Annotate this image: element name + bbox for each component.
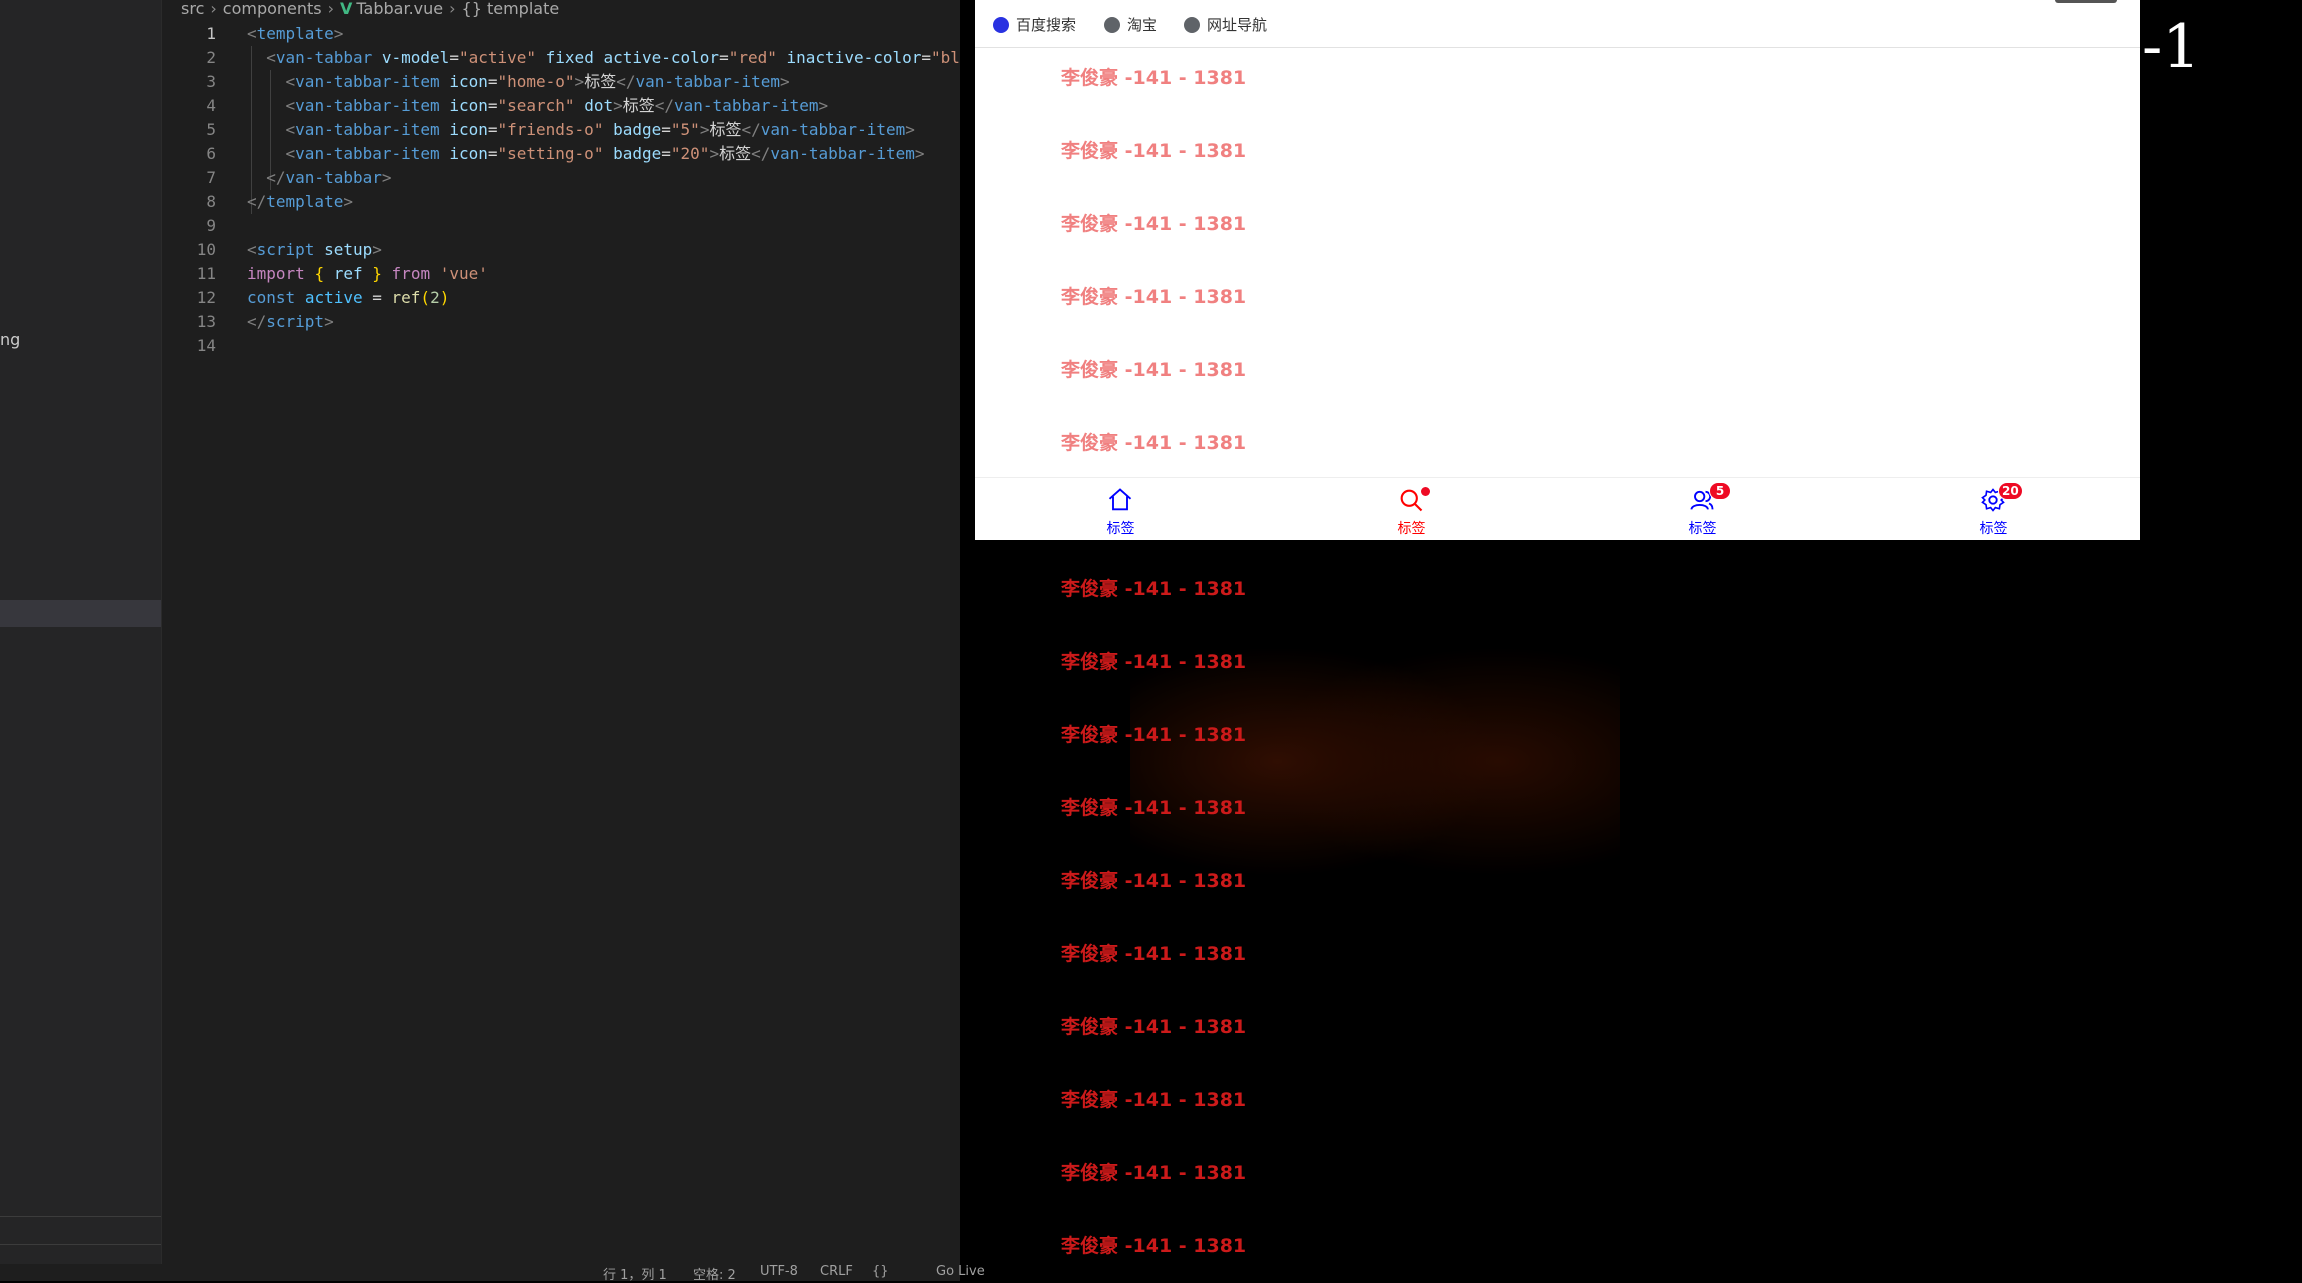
code-text: <van-tabbar-item icon="setting-o" badge=… [285,144,925,163]
chevron-right-icon: › [449,0,456,18]
mobile-preview-window: 李俊豪 -141 - 1381 李俊豪 -141 - 1381 李俊豪 -141 -… [975,0,2140,540]
line-number: 11 [196,264,216,283]
code-text: const active = ref(2) [247,288,450,307]
repeated-text-row: 李俊豪 -141 - 1381 [1061,432,1247,454]
repeated-text-row: 李俊豪 -141 - 1381 [1061,286,1247,308]
code-editor[interactable]: 1 <template> 2 <van-tabbar v-model="active… [161,22,960,1262]
repeated-text-row: 李俊豪 -141 - 1381 [1061,797,1247,819]
scroll-indicator[interactable] [2055,0,2117,3]
breadcrumb-item[interactable]: src [181,0,204,18]
repeated-text-row: 李俊豪 -141 - 1381 [1061,1016,1247,1038]
breadcrumb-item[interactable]: {} template [462,0,560,18]
globe-icon [1104,17,1120,33]
tab-home[interactable]: 标签 [975,478,1266,540]
repeated-text-row: 李俊豪 -141 - 1381 [1061,578,1247,600]
line-number: 12 [196,288,216,307]
repeated-text-row: 李俊豪 -141 - 1381 [1061,359,1247,381]
line-number: 10 [196,240,216,259]
repeated-text-row: 李俊豪 -141 - 1381 [1061,870,1247,892]
tab-label: 标签 [1688,521,1717,537]
code-text: <van-tabbar-item icon="friends-o" badge=… [285,120,915,139]
sidebar-fragment: ng [0,330,21,349]
repeated-text-row: 李俊豪 -141 - 1381 [1061,1162,1247,1184]
tab-label: 标签 [1979,521,2008,537]
home-icon [1108,488,1132,511]
repeated-text-row: 李俊豪 -141 - 1381 [1061,67,1247,89]
tab-label: 标签 [1106,521,1135,537]
globe-icon [1184,17,1200,33]
repeated-text-row: 李俊豪 -141 - 1381 [1061,943,1247,965]
sidebar-divider [0,1244,161,1245]
bookmarks-bar: 百度搜索 淘宝 网址导航 [975,0,2140,48]
bookmark-nav[interactable]: 网址导航 [1184,14,1267,36]
van-tabbar: 标签 标签 5 标签 20 标签 [975,477,2140,540]
line-number: 8 [206,192,216,211]
tab-search[interactable]: 标签 [1266,478,1557,540]
line-number: 6 [206,144,216,163]
sidebar-selected-row[interactable] [0,600,161,627]
edge-glyph: -1 [2142,12,2201,82]
repeated-text-row: 李俊豪 -141 - 1381 [1061,1089,1247,1111]
line-number: 5 [206,120,216,139]
repeated-text-row: 李俊豪 -141 - 1381 [1061,213,1247,235]
code-text: <van-tabbar v-model="active" fixed activ… [266,48,960,67]
tab-badge: 20 [1998,482,2023,500]
tab-friends[interactable]: 5 标签 [1557,478,1848,540]
code-text: </template> [247,192,353,211]
code-text: </script> [247,312,334,331]
language-mode[interactable]: {} [872,1264,889,1279]
code-text: <van-tabbar-item icon="home-o">标签</van-t… [285,72,790,91]
chevron-right-icon: › [210,0,217,18]
breadcrumb-item[interactable]: components [223,0,322,18]
repeated-text-row: 李俊豪 -141 - 1381 [1061,1235,1247,1257]
line-number: 7 [206,168,216,187]
line-number: 3 [206,72,216,91]
go-live-button[interactable]: Go Live [936,1264,985,1279]
line-ending[interactable]: CRLF [820,1264,853,1279]
tab-setting[interactable]: 20 标签 [1848,478,2139,540]
bookmark-taobao[interactable]: 淘宝 [1104,14,1157,36]
tab-dot [1421,487,1430,496]
repeated-text-row: 李俊豪 -141 - 1381 [1061,140,1247,162]
code-text: <van-tabbar-item icon="search" dot>标签</v… [285,96,829,115]
code-text: <script setup> [247,240,382,259]
code-text: </van-tabbar> [266,168,392,187]
breadcrumb: src › components › V Tabbar.vue › {} template [181,0,559,20]
bookmark-baidu[interactable]: 百度搜索 [993,14,1076,36]
line-number: 2 [206,48,216,67]
tab-label: 标签 [1397,521,1426,537]
line-number: 14 [196,336,216,355]
baidu-paw-icon [993,17,1009,33]
cursor-position[interactable]: 行 1，列 1 [603,1264,667,1283]
code-text: import { ref } from 'vue' [247,264,488,283]
indent-setting[interactable]: 空格: 2 [693,1264,736,1283]
sidebar-divider [0,1216,161,1217]
status-bar: 行 1，列 1 空格: 2 UTF-8 CRLF {} Go Live [0,1264,985,1283]
line-number: 9 [206,216,216,235]
repeated-text-row: 李俊豪 -141 - 1381 [1061,651,1247,673]
tab-badge: 5 [1709,482,1731,500]
repeated-text-row: 李俊豪 -141 - 1381 [1061,724,1247,746]
line-number: 13 [196,312,216,331]
code-text: <template> [247,24,344,43]
line-number: 1 [206,24,216,43]
vscode-window: ng src › components › V Tabbar.vue › {} templat… [0,0,985,1283]
breadcrumb-item[interactable]: Tabbar.vue [356,0,443,18]
chevron-right-icon: › [327,0,335,18]
line-number: 4 [206,96,216,115]
explorer-sidebar: ng [0,0,162,1281]
vue-file-icon: V [340,0,353,18]
encoding[interactable]: UTF-8 [760,1264,798,1279]
